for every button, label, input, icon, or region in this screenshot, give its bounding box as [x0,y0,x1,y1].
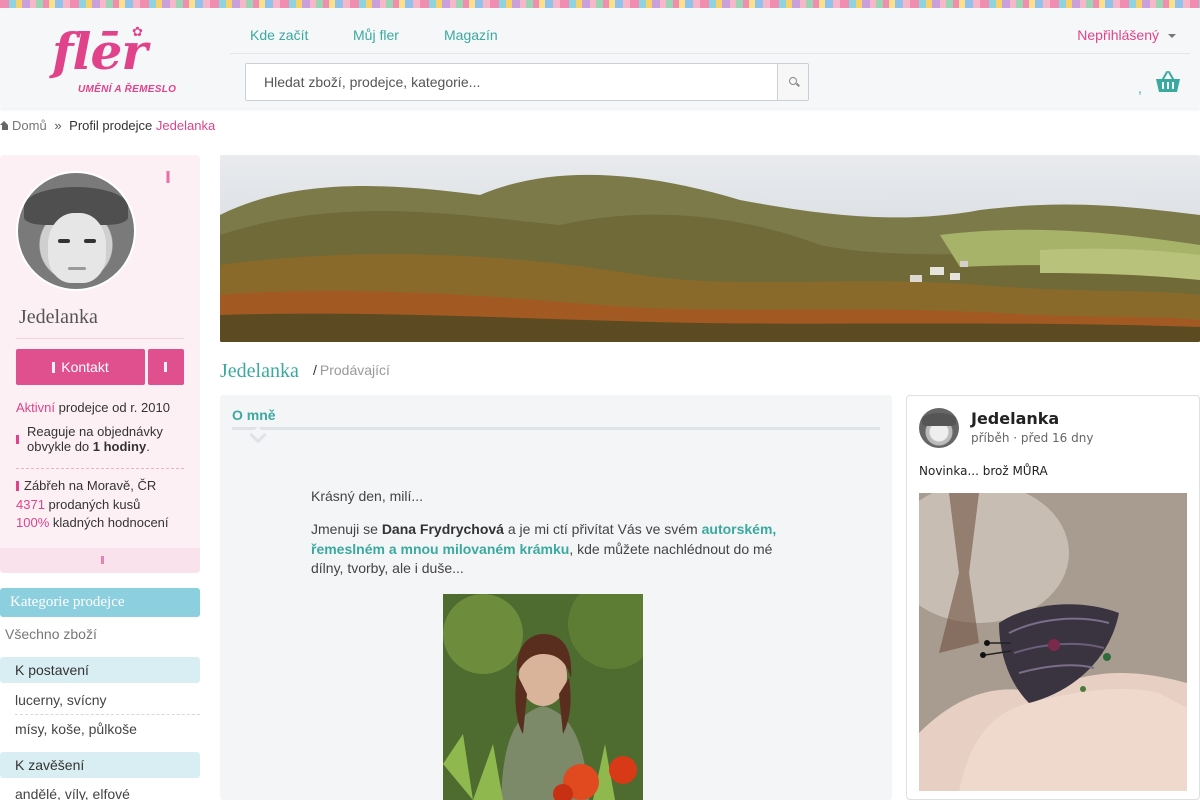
top-stripe [0,0,1200,8]
caret-down-icon [1168,34,1176,39]
nav-magazin[interactable]: Magazín [444,27,498,43]
shop-role-label: Prodávající [319,362,390,378]
basket-icon[interactable] [1154,70,1182,96]
top-nav: Kde začít Můj fler Magazín Nepřihlášený [230,8,1190,54]
location-icon [16,481,19,491]
contact-button-label: Kontakt [61,359,109,375]
title-separator: / [313,362,317,378]
more-icon [164,362,167,372]
about-title: O mně [232,407,276,423]
divider [16,468,184,469]
story-meta: příběh · před 16 dny [971,431,1094,445]
response-suffix: . [146,439,150,454]
response-prefix: obvykle do [27,439,93,454]
divider [16,338,184,339]
category-item[interactable]: mísy, koše, půlkoše [15,721,200,737]
seller-name: Jedelanka [19,306,98,328]
seller-portrait-photo [443,594,643,800]
intro-mid: a je mi ctí přivítat Vás ve svém [503,521,702,537]
breadcrumb-seller[interactable]: Jedelanka [156,118,215,133]
intro-highlight-2: řemeslném a mnou milovaném krámku [311,540,570,557]
active-status: Aktivní [16,400,56,415]
search-bar [245,63,809,101]
rating-label: kladných hodnocení [52,515,169,530]
shop-title[interactable]: Jedelanka [220,360,299,383]
seller-avatar [16,171,136,291]
category-header: Kategorie prodejce [0,588,200,617]
story-card[interactable]: Jedelanka příběh · před 16 dny Novinka..… [906,395,1200,800]
user-menu-label: Nepřihlášený [1077,27,1159,43]
home-icon [0,121,9,130]
category-item[interactable]: andělé, víly, elfové [15,786,200,800]
seller-since: Aktivní prodejce od r. 2010 [16,400,170,415]
response-line-1: Reaguje na objednávky [27,424,163,439]
response-time: Reaguje na objednávky obvykle do 1 hodin… [27,424,187,454]
sold-count: 4371 prodaných kusů [16,497,140,512]
breadcrumb-home[interactable]: Domů [12,118,47,133]
sold-count-value: 4371 [16,497,45,512]
shop-role: / Prodávající [313,362,390,378]
seller-location: Zábřeh na Moravě, ČR [24,478,157,493]
user-menu-dropdown[interactable]: Nepřihlášený [1077,27,1176,43]
nav-kde-zacit[interactable]: Kde začít [250,27,308,43]
about-section: O mně Krásný den, milí... Jmenuji se Dan… [220,395,892,800]
logo-tagline: UMĚNÍ A ŘEMESLO [78,84,177,95]
bird-icon: ✿ [132,24,143,39]
contact-button[interactable]: Kontakt [16,349,145,385]
category-group-k-postaveni[interactable]: K postavení [0,657,200,683]
story-author[interactable]: Jedelanka [971,409,1059,428]
story-image[interactable] [919,493,1187,791]
intro-name: Dana Frydrychová [381,521,504,537]
mail-icon [52,362,56,373]
cart-count: , [1138,80,1142,96]
shop-banner-image [220,155,1200,342]
profile-expand-toggle[interactable] [0,548,200,573]
intro-suffix-1: , kde můžete nachlédnout do mé [569,540,773,557]
divider [15,714,200,715]
about-divider [232,427,880,430]
about-intro: Jmenuji se Dana Frydrychová a je mi ctí … [311,520,791,579]
search-input[interactable] [246,64,777,100]
intro-prefix: Jmenuji se [311,521,382,537]
category-item[interactable]: lucerny, svícny [15,692,200,708]
sold-count-label: prodaných kusů [48,497,141,512]
rating-value: 100% [16,515,50,530]
site-header: flēr ✿ UMĚNÍ A ŘEMESLO Kde začít Můj fle… [0,8,1200,108]
nav-muj-fler[interactable]: Můj fler [353,27,399,43]
fler-logo[interactable]: flēr ✿ UMĚNÍ A ŘEMESLO [52,22,177,100]
category-group-k-zaveseni[interactable]: K zavěšení [0,752,200,778]
story-author-avatar [919,408,959,448]
breadcrumb: Domů » Profil prodejce Jedelanka [0,118,215,133]
chevron-down-icon [101,556,104,564]
story-text: Novinka... brož MŮRA [919,464,1048,478]
more-options-button[interactable] [148,349,184,385]
seller-since-text: prodejce od r. 2010 [58,400,170,415]
rating: 100% kladných hodnocení [16,515,169,530]
heart-icon[interactable] [163,170,173,184]
clock-icon [16,435,19,444]
intro-highlight-1: autorském, [701,521,777,537]
breadcrumb-section: Profil prodejce [69,118,153,133]
search-icon [789,77,797,85]
response-time-value: 1 hodiny [92,439,147,454]
category-all-items[interactable]: Všechno zboží [5,626,97,642]
search-button[interactable] [777,64,808,100]
about-greeting: Krásný den, milí... [311,488,424,504]
intro-suffix-2: dílny, tvorby, ale i duše... [311,560,464,576]
breadcrumb-separator: » [54,118,62,133]
